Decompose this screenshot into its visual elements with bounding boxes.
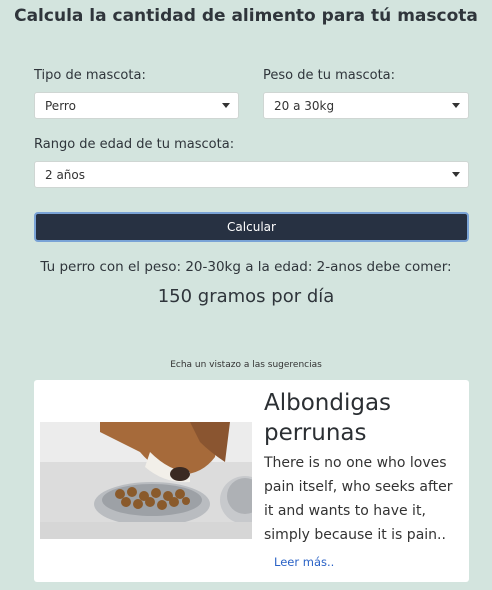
page-title: Calcula la cantidad de alimento para tú …: [14, 6, 478, 26]
dog-eating-image: [40, 422, 252, 539]
read-more-link[interactable]: Leer más..: [274, 555, 334, 569]
weight-value: 20 a 30kg: [274, 98, 335, 113]
pet-type-label: Tipo de mascota:: [34, 68, 146, 83]
chevron-down-icon: [452, 172, 460, 177]
weight-select[interactable]: 20 a 30kg: [263, 92, 469, 119]
result-sentence: Tu perro con el peso: 20-30kg a la edad:…: [40, 259, 452, 275]
pet-type-value: Perro: [45, 98, 76, 113]
card-text: There is no one who loves pain itself, w…: [264, 455, 453, 543]
age-label: Rango de edad de tu mascota:: [34, 137, 235, 152]
card-title: Albondigas perrunas: [264, 390, 392, 446]
chevron-down-icon: [452, 103, 460, 108]
age-value: 2 años: [45, 167, 86, 182]
pet-type-select[interactable]: Perro: [34, 92, 239, 119]
suggestion-card: Albondigas perrunas There is no one who …: [34, 380, 469, 582]
age-select[interactable]: 2 años: [34, 161, 469, 188]
chevron-down-icon: [222, 103, 230, 108]
weight-label: Peso de tu mascota:: [263, 68, 396, 83]
suggestions-heading: Echa un vistazo a las sugerencias: [170, 360, 322, 370]
result-amount: 150 gramos por día: [157, 286, 335, 307]
calculate-button[interactable]: Calcular: [34, 212, 469, 242]
